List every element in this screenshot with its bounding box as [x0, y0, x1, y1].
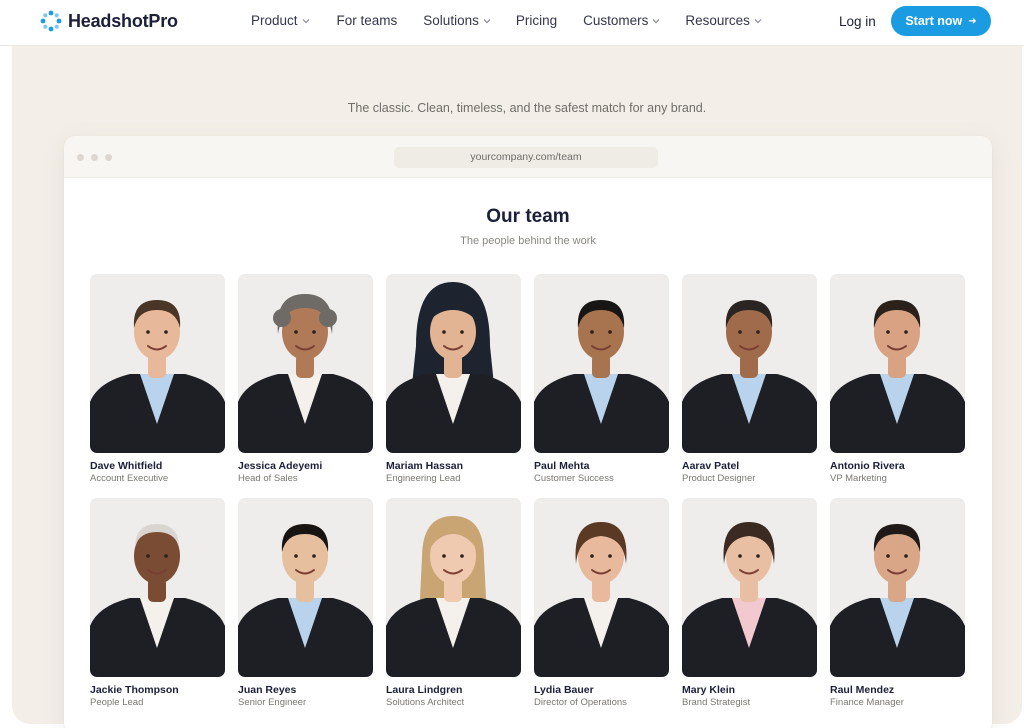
start-now-button[interactable]: Start now ➜ — [891, 6, 991, 36]
window-dot-icon — [91, 154, 98, 161]
member-role: Brand Strategist — [682, 697, 751, 708]
headshot-photo — [238, 274, 373, 453]
member-name: Lydia Bauer — [534, 684, 594, 696]
style-tagline: The classic. Clean, timeless, and the sa… — [347, 101, 707, 115]
team-member-card: Mary Klein Brand Strategist — [682, 498, 817, 708]
member-role: Product Designer — [682, 473, 756, 484]
nav-customers[interactable]: Customers — [583, 13, 661, 28]
headshot-photo — [238, 498, 373, 677]
headshot-photo — [90, 274, 225, 453]
member-name: Antonio Rivera — [830, 460, 905, 472]
headshot-photo — [386, 498, 521, 677]
headshot-photo — [682, 274, 817, 453]
nav-solutions[interactable]: Solutions — [423, 13, 492, 28]
member-role: Customer Success — [534, 473, 614, 484]
chevron-down-icon — [652, 18, 660, 23]
member-name: Jackie Thompson — [90, 684, 179, 696]
team-subtitle: The people behind the work — [460, 235, 596, 247]
team-member-card: Antonio Rivera VP Marketing — [830, 274, 965, 484]
team-member-card: Dave Whitfield Account Executive — [90, 274, 225, 484]
headshot-photo — [386, 274, 521, 453]
member-name: Paul Mehta — [534, 460, 590, 472]
member-name: Mary Klein — [682, 684, 736, 696]
team-title: Our team — [486, 206, 570, 227]
headshot-photo — [534, 498, 669, 677]
team-member-card: Jessica Adeyemi Head of Sales — [238, 274, 373, 484]
team-member-card: Lydia Bauer Director of Operations — [534, 498, 669, 708]
logo-icon — [40, 10, 62, 32]
browser-mockup: yourcompany.com/team Our team The people… — [64, 136, 992, 728]
team-member-card: Paul Mehta Customer Success — [534, 274, 669, 484]
headshot-photo — [534, 274, 669, 453]
member-role: Director of Operations — [534, 697, 627, 708]
member-name: Laura Lindgren — [386, 684, 463, 696]
headshot-photo — [90, 498, 225, 677]
headshot-photo — [830, 498, 965, 677]
team-member-card: Juan Reyes Senior Engineer — [238, 498, 373, 708]
nav-product[interactable]: Product — [251, 13, 311, 28]
style-preview-section: The classic. Clean, timeless, and the sa… — [12, 46, 1022, 728]
nav-for-teams-label: For teams — [336, 13, 398, 28]
member-name: Raul Mendez — [830, 684, 895, 696]
brand-name: HeadshotPro — [68, 10, 178, 31]
start-now-label: Start now — [905, 14, 963, 28]
nav-solutions-label: Solutions — [423, 13, 479, 28]
nav-customers-label: Customers — [583, 13, 649, 28]
member-name: Juan Reyes — [238, 684, 297, 696]
member-role: Senior Engineer — [238, 697, 307, 708]
team-member-card: Mariam Hassan Engineering Lead — [386, 274, 521, 484]
team-member-card: Jackie Thompson People Lead — [90, 498, 225, 708]
arrow-right-icon: ➜ — [968, 15, 977, 27]
member-role: Head of Sales — [238, 473, 298, 484]
nav-pricing-label: Pricing — [515, 13, 558, 28]
member-role: People Lead — [90, 697, 144, 708]
member-name: Mariam Hassan — [386, 460, 464, 472]
chevron-down-icon — [302, 18, 309, 23]
team-member-card: Laura Lindgren Solutions Architect — [386, 498, 521, 708]
headshot-photo — [830, 274, 965, 453]
nav-for-teams[interactable]: For teams — [337, 13, 398, 28]
member-name: Dave Whitfield — [90, 460, 163, 472]
login-link[interactable]: Log in — [839, 14, 876, 29]
chevron-down-icon — [754, 18, 762, 23]
nav-product-label: Product — [251, 13, 298, 28]
window-dot-icon — [105, 154, 112, 161]
browser-toolbar: yourcompany.com/team — [64, 136, 992, 178]
window-dot-icon — [77, 154, 84, 161]
member-role: Solutions Architect — [386, 697, 465, 708]
member-name: Aarav Patel — [682, 460, 740, 472]
main-menu: Product For teams Solutions Pricing Cust… — [251, 13, 763, 28]
headshot-photo — [682, 498, 817, 677]
nav-resources[interactable]: Resources — [685, 13, 763, 28]
team-member-card: Aarav Patel Product Designer — [682, 274, 817, 484]
team-member-card: Raul Mendez Finance Manager — [830, 498, 965, 708]
nav-resources-label: Resources — [685, 13, 750, 28]
nav-pricing[interactable]: Pricing — [516, 13, 557, 28]
member-name: Jessica Adeyemi — [238, 460, 323, 472]
member-role: Finance Manager — [830, 697, 904, 708]
member-role: VP Marketing — [830, 473, 887, 484]
chevron-down-icon — [483, 18, 491, 23]
member-role: Account Executive — [90, 473, 169, 484]
top-nav: HeadshotPro Product For teams Solutions … — [0, 0, 1024, 46]
brand-logo[interactable]: HeadshotPro — [40, 10, 178, 32]
address-bar: yourcompany.com/team — [394, 147, 658, 168]
member-role: Engineering Lead — [386, 473, 461, 484]
